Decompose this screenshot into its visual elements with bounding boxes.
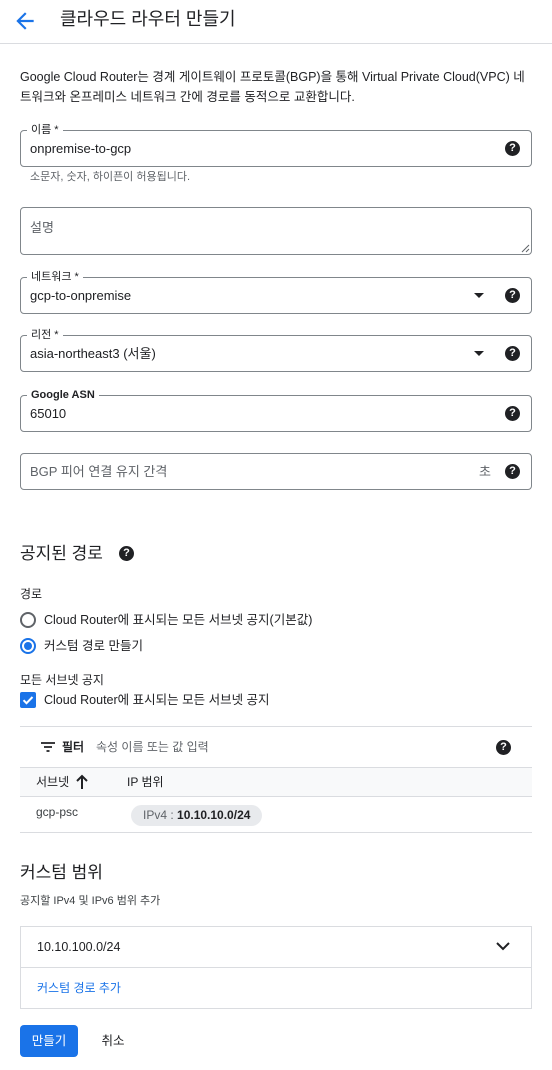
network-value: gcp-to-onpremise xyxy=(30,288,132,303)
custom-range-item[interactable]: 10.10.100.0/24 xyxy=(37,939,120,955)
help-icon[interactable]: ? xyxy=(496,740,511,755)
help-icon[interactable]: ? xyxy=(505,464,520,479)
divider xyxy=(20,726,532,727)
radio-custom-routes-label: 커스텀 경로 만들기 xyxy=(44,639,143,653)
region-select[interactable]: 리전 * asia-northeast3 (서울) ? xyxy=(20,328,532,372)
dropdown-arrow-icon[interactable] xyxy=(474,351,484,356)
asn-label: Google ASN xyxy=(27,388,99,402)
radio-all-subnets[interactable] xyxy=(20,612,36,628)
cancel-button[interactable]: 취소 xyxy=(92,1025,134,1057)
ip-range-value: 10.10.10.0/24 xyxy=(177,808,251,822)
column-ip-range[interactable]: IP 범위 xyxy=(127,774,164,790)
custom-ranges-subtitle: 공지할 IPv4 및 IPv6 범위 추가 xyxy=(20,895,161,907)
ip-range-chip: IPv4 : 10.10.10.0/24 xyxy=(131,805,263,826)
page-header: 클라우드 라우터 만들기 xyxy=(0,0,552,44)
region-label: 리전 * xyxy=(27,328,63,342)
ip-version-prefix: IPv4 : xyxy=(143,808,178,822)
add-custom-route-link[interactable]: 커스텀 경로 추가 xyxy=(37,980,121,996)
filter-input[interactable]: 속성 이름 또는 값 입력 xyxy=(96,739,209,755)
sort-arrow-up-icon[interactable] xyxy=(75,774,89,790)
keepalive-suffix: 초 xyxy=(479,464,491,479)
help-icon[interactable]: ? xyxy=(505,288,520,303)
name-field[interactable]: 이름 * onpremise-to-gcp ? xyxy=(20,123,532,167)
routes-label: 경로 xyxy=(20,587,43,601)
divider xyxy=(20,832,532,833)
region-value: asia-northeast3 (서울) xyxy=(30,346,156,361)
intro-text: Google Cloud Router는 경계 게이트웨이 프로토콜(BGP)을… xyxy=(20,70,525,104)
network-select[interactable]: 네트워크 * gcp-to-onpremise ? xyxy=(20,270,532,314)
asn-field[interactable]: Google ASN 65010 ? xyxy=(20,388,532,432)
column-subnet[interactable]: 서브넷 xyxy=(36,774,69,790)
custom-ranges-heading: 커스텀 범위 xyxy=(20,863,103,882)
description-placeholder: 설명 xyxy=(30,220,54,235)
chevron-down-icon[interactable] xyxy=(495,940,511,952)
divider xyxy=(21,967,531,968)
help-icon[interactable]: ? xyxy=(119,546,134,561)
filter-icon[interactable] xyxy=(40,741,56,753)
name-label: 이름 * xyxy=(27,123,63,137)
filter-label: 필터 xyxy=(62,740,85,754)
radio-all-subnets-label: Cloud Router에 표시되는 모든 서브넷 공지(기본값) xyxy=(44,613,313,627)
advertised-routes-heading: 공지된 경로 xyxy=(20,544,103,563)
help-icon[interactable]: ? xyxy=(505,141,520,156)
all-subnets-checkbox[interactable] xyxy=(20,692,36,708)
resize-handle-icon[interactable] xyxy=(521,244,530,253)
arrow-back-icon[interactable] xyxy=(12,8,38,34)
radio-custom-routes[interactable] xyxy=(20,638,36,654)
check-icon xyxy=(22,696,34,705)
asn-value: 65010 xyxy=(30,406,67,421)
name-value: onpremise-to-gcp xyxy=(30,141,132,156)
keepalive-field[interactable]: BGP 피어 연결 유지 간격 초 ? xyxy=(20,453,532,490)
table-header xyxy=(20,767,532,797)
page-title: 클라우드 라우터 만들기 xyxy=(60,9,236,29)
name-hint: 소문자, 숫자, 하이픈이 허용됩니다. xyxy=(30,171,191,183)
dropdown-arrow-icon[interactable] xyxy=(474,293,484,298)
create-button[interactable]: 만들기 xyxy=(20,1025,78,1057)
all-subnets-checkbox-label: Cloud Router에 표시되는 모든 서브넷 공지 xyxy=(44,693,270,707)
help-icon[interactable]: ? xyxy=(505,346,520,361)
all-subnets-label: 모든 서브넷 공지 xyxy=(20,673,104,687)
network-label: 네트워크 * xyxy=(27,270,83,284)
description-field[interactable]: 설명 xyxy=(20,207,532,255)
keepalive-placeholder: BGP 피어 연결 유지 간격 xyxy=(30,464,168,479)
help-icon[interactable]: ? xyxy=(505,406,520,421)
subnet-cell: gcp-psc xyxy=(36,805,79,819)
